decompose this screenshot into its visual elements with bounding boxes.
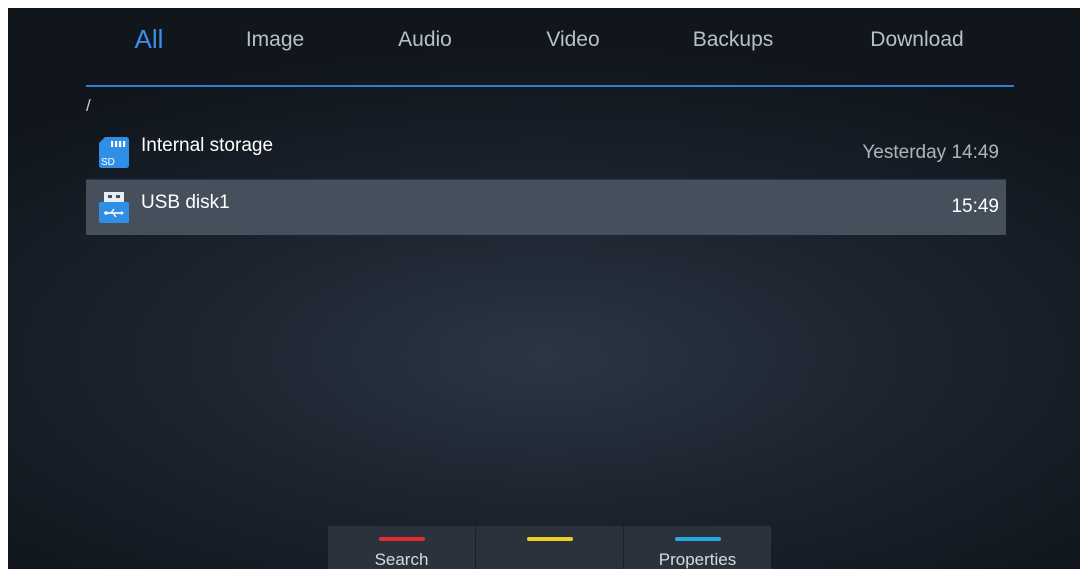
- tab-image[interactable]: Image: [246, 28, 304, 52]
- search-label: Search: [374, 550, 429, 569]
- category-tabs: All Image Audio Video Backups Download: [8, 8, 1080, 72]
- file-name: Internal storage: [141, 135, 274, 156]
- current-path: /: [86, 96, 91, 115]
- tab-divider: [86, 85, 1014, 87]
- file-time: 15:49: [951, 196, 999, 217]
- file-row-usb-disk1[interactable]: USB disk1 15:49: [86, 180, 1006, 235]
- tab-backups[interactable]: Backups: [693, 28, 774, 52]
- file-name: USB disk1: [141, 192, 230, 213]
- search-button[interactable]: Search: [328, 526, 475, 569]
- usb-drive-icon: [99, 192, 129, 223]
- tab-download[interactable]: Download: [870, 28, 963, 52]
- properties-button[interactable]: Properties: [624, 526, 771, 569]
- file-manager-screen: All Image Audio Video Backups Download /…: [8, 8, 1080, 569]
- red-key-indicator: [378, 537, 425, 541]
- sd-card-icon: SD: [99, 137, 129, 168]
- bottom-action-bar: Search Properties: [328, 526, 772, 569]
- file-time: Yesterday 14:49: [862, 142, 999, 163]
- yellow-key-indicator: [526, 537, 573, 541]
- tab-audio[interactable]: Audio: [398, 28, 452, 52]
- file-row-internal-storage[interactable]: SD Internal storage Yesterday 14:49: [86, 125, 1006, 180]
- tab-video[interactable]: Video: [546, 28, 599, 52]
- sd-badge-text: SD: [101, 157, 115, 168]
- properties-label: Properties: [658, 550, 737, 569]
- tab-all[interactable]: All: [135, 24, 164, 55]
- blue-key-indicator: [674, 537, 721, 541]
- yellow-key-button[interactable]: [476, 526, 623, 569]
